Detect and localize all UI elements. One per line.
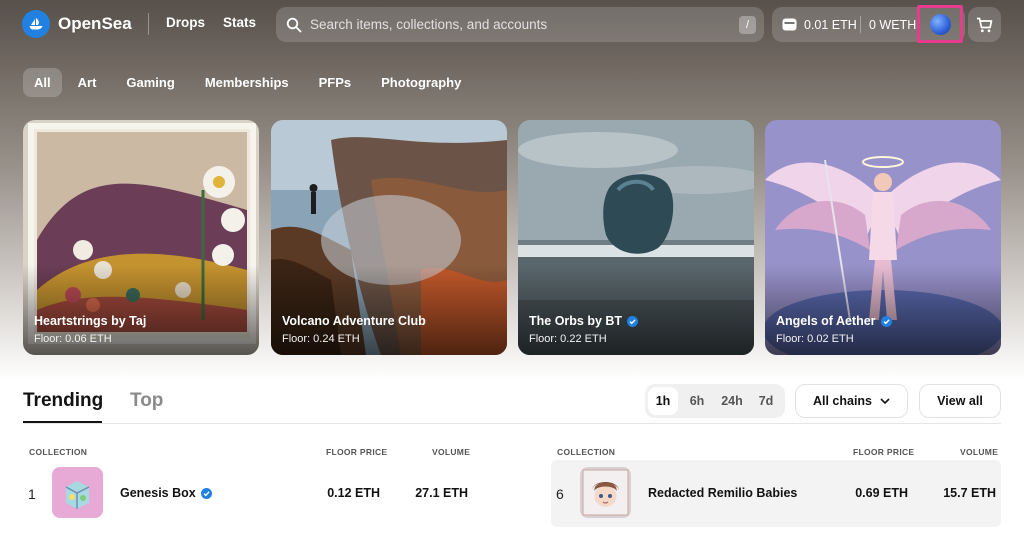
verified-badge-icon: [200, 487, 212, 499]
card-title: The Orbs by BT: [529, 314, 639, 328]
volume: 27.1 ETH: [415, 486, 468, 500]
collection-thumbnail: [52, 467, 103, 518]
wallet-eth-balance: 0.01 ETH: [782, 7, 857, 42]
search-bar[interactable]: /: [276, 7, 764, 42]
opensea-logo-icon: [22, 10, 50, 38]
row-rank: 6: [556, 486, 564, 502]
search-input[interactable]: [310, 17, 730, 32]
search-icon: [286, 17, 302, 32]
time-filter-6h[interactable]: 6h: [682, 387, 712, 415]
card-floor: Floor: 0.24 ETH: [282, 333, 360, 345]
category-tabs: All Art Gaming Memberships PFPs Photogra…: [23, 68, 477, 97]
category-tab-photography[interactable]: Photography: [367, 68, 475, 97]
time-filter-24h[interactable]: 24h: [715, 387, 749, 415]
nav-divider: [148, 13, 149, 35]
featured-card-heartstrings[interactable]: Heartstrings by Taj Floor: 0.06 ETH: [23, 120, 259, 355]
card-title-text: Angels of Aether: [776, 314, 876, 328]
collection-name-text: Redacted Remilio Babies: [648, 486, 798, 500]
card-floor: Floor: 0.22 ETH: [529, 333, 607, 345]
featured-card-angels[interactable]: Angels of Aether Floor: 0.02 ETH: [765, 120, 1001, 355]
card-title: Angels of Aether: [776, 314, 892, 328]
card-floor: Floor: 0.02 ETH: [776, 333, 854, 345]
floor-price: 0.69 ETH: [855, 486, 908, 500]
featured-card-volcano[interactable]: Volcano Adventure Club Floor: 0.24 ETH: [271, 120, 507, 355]
category-tab-pfps[interactable]: PFPs: [305, 68, 366, 97]
wallet-weth-balance: 0 WETH: [869, 17, 917, 32]
column-header-collection: COLLECTION: [557, 447, 616, 457]
collection-thumbnail: [580, 467, 631, 518]
wallet-divider: [860, 16, 861, 33]
column-header-floor: FLOOR PRICE: [326, 447, 388, 457]
nav-stats[interactable]: Stats: [223, 15, 256, 30]
chevron-down-icon: [880, 397, 890, 404]
column-header-volume: VOLUME: [960, 447, 999, 457]
column-header-floor: FLOOR PRICE: [853, 447, 915, 457]
collection-name: Redacted Remilio Babies: [648, 486, 797, 500]
card-title: Heartstrings by Taj: [34, 314, 146, 328]
verified-badge-icon: [627, 315, 639, 327]
time-filter-7d[interactable]: 7d: [751, 387, 781, 415]
verified-badge-icon: [880, 315, 892, 327]
search-shortcut-key: /: [739, 16, 756, 34]
card-title: Volcano Adventure Club: [282, 314, 426, 328]
opensea-logo[interactable]: OpenSea: [22, 10, 132, 38]
avatar: [929, 13, 951, 35]
tab-top[interactable]: Top: [130, 390, 163, 412]
profile-menu-button[interactable]: [917, 5, 963, 43]
cart-button[interactable]: [968, 7, 1001, 42]
category-tab-memberships[interactable]: Memberships: [191, 68, 303, 97]
category-tab-gaming[interactable]: Gaming: [112, 68, 188, 97]
column-header-volume: VOLUME: [432, 447, 471, 457]
brand-name: OpenSea: [58, 14, 132, 33]
collection-name: Genesis Box: [120, 486, 212, 500]
column-header-collection: COLLECTION: [29, 447, 88, 457]
row-rank: 1: [28, 486, 36, 502]
category-tab-art[interactable]: Art: [64, 68, 111, 97]
time-filter-group: 1h 6h 24h 7d: [645, 384, 785, 418]
card-floor: Floor: 0.06 ETH: [34, 333, 112, 345]
time-filter-1h[interactable]: 1h: [648, 387, 678, 415]
chain-selector[interactable]: All chains: [795, 384, 908, 418]
card-title-text: Heartstrings by Taj: [34, 314, 147, 328]
wallet-icon: [782, 18, 797, 31]
volume: 15.7 ETH: [943, 486, 996, 500]
featured-card-orbs[interactable]: The Orbs by BT Floor: 0.22 ETH: [518, 120, 754, 355]
card-title-text: The Orbs by BT: [529, 314, 623, 328]
collection-name-text: Genesis Box: [120, 486, 196, 500]
divider: [23, 423, 1001, 424]
floor-price: 0.12 ETH: [327, 486, 380, 500]
category-tab-all[interactable]: All: [23, 68, 62, 97]
cart-icon: [977, 17, 993, 32]
view-all-button[interactable]: View all: [919, 384, 1001, 418]
tab-trending[interactable]: Trending: [23, 390, 103, 412]
nav-drops[interactable]: Drops: [166, 15, 205, 30]
top-navbar: OpenSea Drops Stats / 0.01 ETH 0 WETH: [0, 0, 1024, 50]
card-title-text: Volcano Adventure Club: [282, 314, 426, 328]
chain-selector-label: All chains: [812, 394, 873, 408]
wallet-eth-label: 0.01 ETH: [804, 17, 857, 32]
